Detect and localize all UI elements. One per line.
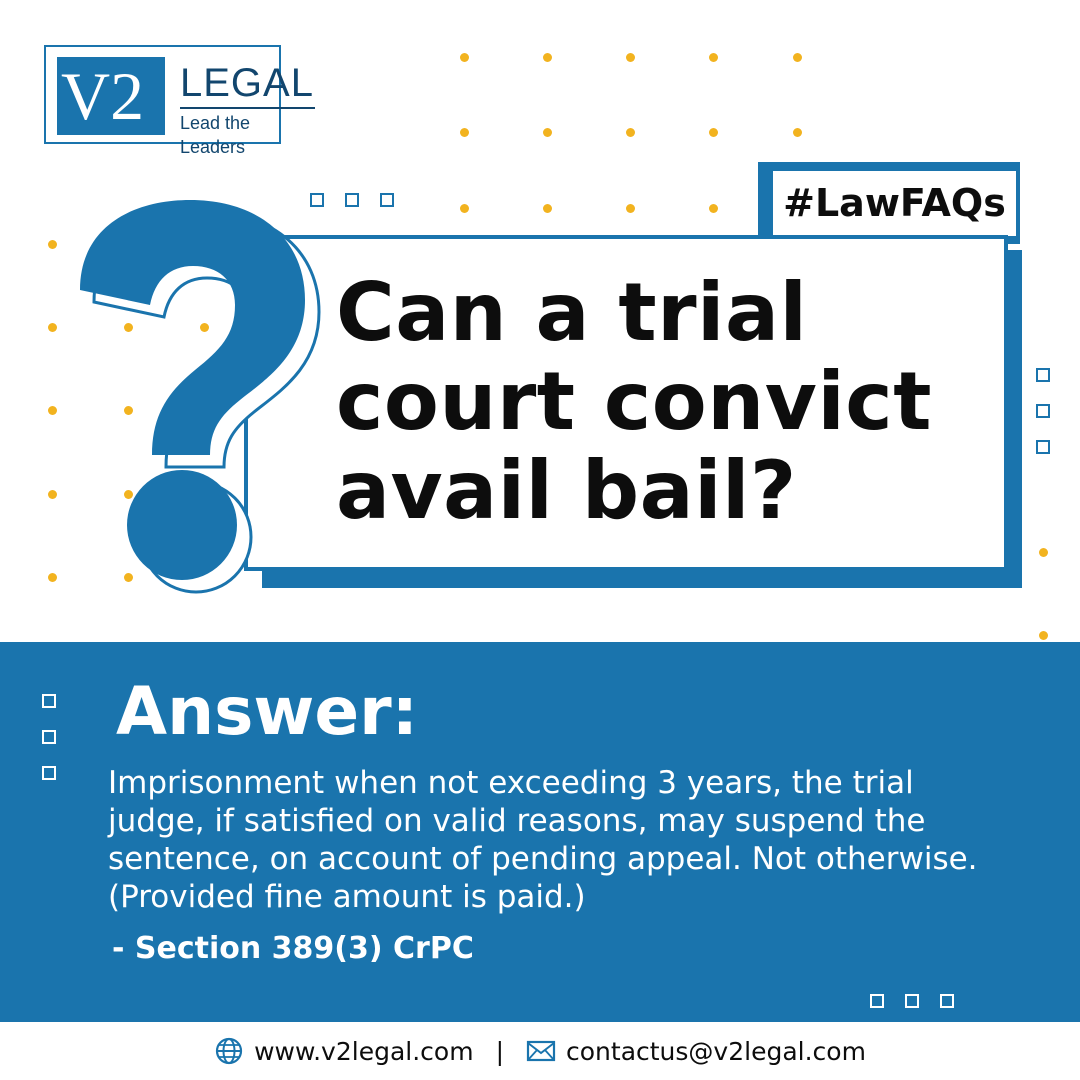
email-link[interactable]: contactus@v2legal.com [526,1036,866,1066]
brand-divider [180,107,315,109]
brand-name: LEGAL [180,61,314,105]
v2-logo-mark: V2 [57,57,165,135]
answer-citation: - Section 389(3) CrPC [112,931,474,966]
footer: www.v2legal.com | contactus@v2legal.com [0,1022,1080,1080]
envelope-icon [526,1040,556,1062]
svg-text:V2: V2 [61,58,144,134]
website-link[interactable]: www.v2legal.com [214,1036,474,1066]
answer-heading: Answer: [116,673,419,750]
brand-tagline: Lead the Leaders [180,113,251,157]
footer-separator: | [495,1036,504,1066]
hashtag-label: #LawFAQs [783,181,1006,225]
brand-logo: V2 LEGAL Lead the Leaders [44,45,315,157]
answer-body: Imprisonment when not exceeding 3 years,… [108,765,978,915]
question-line: court convict [336,355,932,448]
question-line: Can a trial [336,266,808,359]
globe-icon [215,1037,243,1065]
website-text: www.v2legal.com [254,1036,474,1066]
question-mark-icon [80,200,321,594]
question-text: Can a trial court convict avail bail? [336,268,1006,535]
email-text: contactus@v2legal.com [566,1036,866,1066]
question-line: avail bail? [336,444,797,537]
